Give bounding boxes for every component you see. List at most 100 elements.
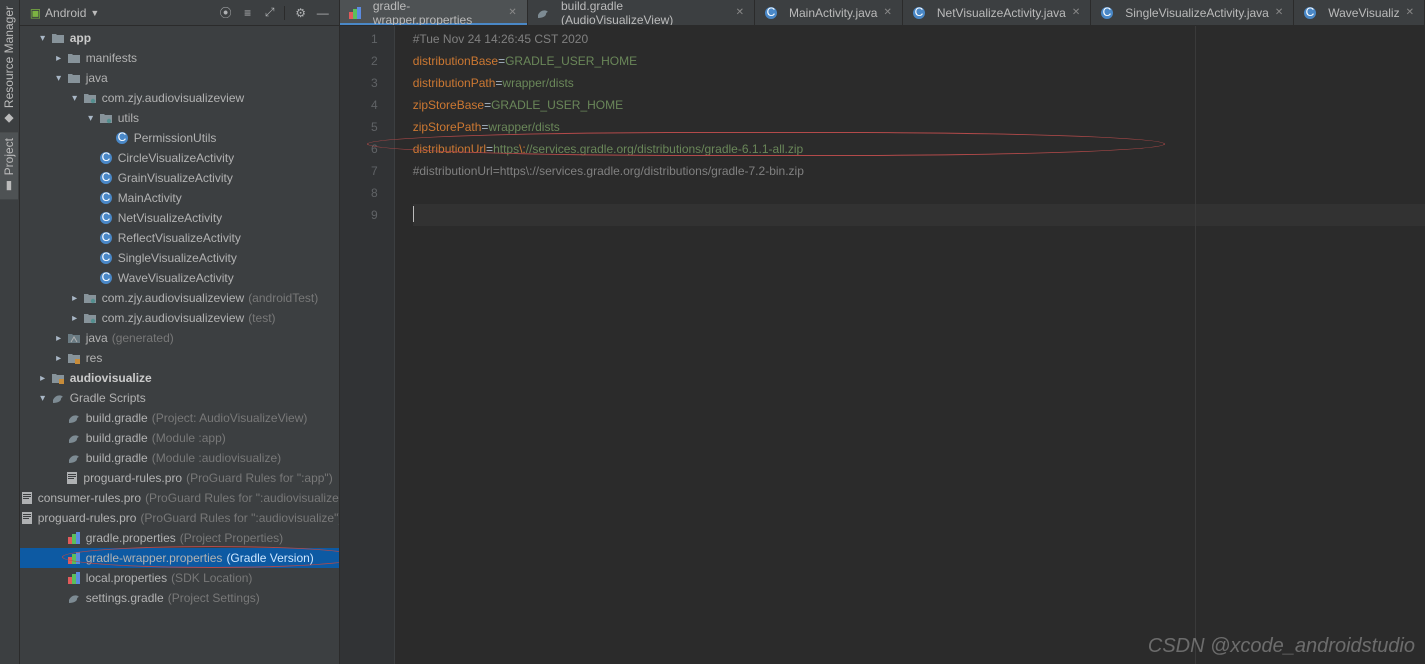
- tree-row[interactable]: build.gradle(Module :app): [20, 428, 339, 448]
- minimize-button[interactable]: —: [313, 3, 333, 23]
- tree-row[interactable]: ▾ java: [20, 68, 339, 88]
- tree-row[interactable]: CGrainVisualizeActivity: [20, 168, 339, 188]
- right-margin-guide: [1195, 26, 1196, 664]
- tree-label: manifests: [86, 51, 137, 65]
- code-line[interactable]: zipStorePath=wrapper/dists: [413, 116, 1425, 138]
- tree-row[interactable]: C NetVisualizeActivity: [20, 208, 339, 228]
- tree-label: app: [70, 31, 91, 45]
- tree-row[interactable]: proguard-rules.pro(ProGuard Rules for ":…: [20, 508, 339, 528]
- tree-arrow-icon[interactable]: ▸: [68, 293, 82, 304]
- tree-row[interactable]: ▾ app: [20, 28, 339, 48]
- folder-icon: [50, 30, 66, 46]
- close-icon[interactable]: ✕: [736, 7, 744, 18]
- tree-row[interactable]: ▸ manifests: [20, 48, 339, 68]
- close-icon[interactable]: ✕: [1406, 7, 1414, 18]
- tree-arrow-icon[interactable]: ▸: [36, 373, 50, 384]
- close-icon[interactable]: ✕: [508, 7, 516, 18]
- editor-tab[interactable]: CNetVisualizeActivity.java✕: [903, 0, 1091, 25]
- tree-row[interactable]: proguard-rules.pro(ProGuard Rules for ":…: [20, 468, 339, 488]
- code-line[interactable]: distributionBase=GRADLE_USER_HOME: [413, 50, 1425, 72]
- tree-arrow-icon[interactable]: ▾: [36, 33, 50, 44]
- tree-label: gradle-wrapper.properties: [86, 551, 223, 565]
- tree-row[interactable]: CPermissionUtils: [20, 128, 339, 148]
- code-line[interactable]: distributionUrl=https\://services.gradle…: [413, 138, 1425, 160]
- tool-project[interactable]: ▮ Project: [0, 132, 18, 199]
- code-line[interactable]: zipStoreBase=GRADLE_USER_HOME: [413, 94, 1425, 116]
- tab-label: build.gradle (AudioVisualizeView): [561, 0, 730, 26]
- tree-label: ReflectVisualizeActivity: [118, 231, 241, 245]
- tree-row[interactable]: CReflectVisualizeActivity: [20, 228, 339, 248]
- class-icon: C: [98, 210, 114, 226]
- tree-label: java: [86, 71, 108, 85]
- tree-row[interactable]: local.properties(SDK Location): [20, 568, 339, 588]
- tree-row[interactable]: ▸java(generated): [20, 328, 339, 348]
- tree-arrow-icon[interactable]: ▾: [52, 73, 66, 84]
- tree-row[interactable]: ▾utils: [20, 108, 339, 128]
- tree-row[interactable]: CSingleVisualizeActivity: [20, 248, 339, 268]
- tree-hint: (Project Settings): [168, 591, 260, 605]
- prop-icon: [66, 530, 82, 546]
- line-number: 8: [340, 182, 394, 204]
- svg-text:C: C: [117, 131, 126, 144]
- tree-row[interactable]: CWaveVisualizeActivity: [20, 268, 339, 288]
- tree-label: NetVisualizeActivity: [118, 211, 222, 225]
- line-number: 6: [340, 138, 394, 160]
- tree-row[interactable]: CMainActivity: [20, 188, 339, 208]
- tree-row[interactable]: ▸com.zjy.audiovisualizeview(androidTest): [20, 288, 339, 308]
- tool-resource-manager[interactable]: ◆ Resource Manager: [0, 0, 18, 132]
- tree-arrow-icon[interactable]: ▸: [68, 313, 82, 324]
- tree-row[interactable]: ▸audiovisualize: [20, 368, 339, 388]
- editor-tab[interactable]: CMainActivity.java✕: [755, 0, 903, 25]
- tree-hint: (generated): [112, 331, 174, 345]
- tree-hint: (Module :audiovisualize): [152, 451, 281, 465]
- tree-arrow-icon[interactable]: ▸: [52, 333, 66, 344]
- code-line[interactable]: [413, 204, 1425, 226]
- class-icon: C: [763, 5, 779, 21]
- tree-row[interactable]: build.gradle(Module :audiovisualize): [20, 448, 339, 468]
- tree-row[interactable]: CCircleVisualizeActivity: [20, 148, 339, 168]
- close-icon[interactable]: ✕: [883, 7, 891, 18]
- line-number: 1: [340, 28, 394, 50]
- project-view-selector[interactable]: ▣ Android ▼: [26, 6, 104, 20]
- tree-arrow-icon[interactable]: ▾: [36, 393, 50, 404]
- tree-arrow-icon[interactable]: ▸: [52, 53, 66, 64]
- settings-button[interactable]: ⚙: [291, 3, 311, 23]
- tree-row[interactable]: ▸res: [20, 348, 339, 368]
- code-line[interactable]: #distributionUrl=https\://services.gradl…: [413, 160, 1425, 182]
- tree-row[interactable]: ▸com.zjy.audiovisualizeview(test): [20, 308, 339, 328]
- code-editor[interactable]: 123456789 #Tue Nov 24 14:26:45 CST 2020d…: [340, 26, 1425, 664]
- editor-tab[interactable]: build.gradle (AudioVisualizeView) ✕: [528, 0, 755, 25]
- tree-label: com.zjy.audiovisualizeview: [102, 91, 245, 105]
- tree-row[interactable]: gradle-wrapper.properties(Gradle Version…: [20, 548, 339, 568]
- expand-button[interactable]: ⤢: [260, 3, 280, 23]
- tree-row[interactable]: consumer-rules.pro(ProGuard Rules for ":…: [20, 488, 339, 508]
- close-icon[interactable]: ✕: [1072, 7, 1080, 18]
- tree-row[interactable]: build.gradle(Project: AudioVisualizeView…: [20, 408, 339, 428]
- editor-tab[interactable]: CSingleVisualizeActivity.java✕: [1091, 0, 1294, 25]
- tree-label: consumer-rules.pro: [38, 491, 141, 505]
- tree-row[interactable]: gradle.properties(Project Properties): [20, 528, 339, 548]
- code-line[interactable]: [413, 182, 1425, 204]
- target-button[interactable]: ⦿: [216, 3, 236, 23]
- gradle-icon: [66, 450, 82, 466]
- editor-tab[interactable]: CWaveVisualiz✕: [1294, 0, 1425, 25]
- editor-tab[interactable]: gradle-wrapper.properties✕: [340, 0, 528, 25]
- tree-arrow-icon[interactable]: ▾: [68, 93, 82, 104]
- project-tree[interactable]: ▾ app ▸ manifests ▾ java ▾ com.zjy.audiovisuali…: [20, 26, 339, 664]
- tree-arrow-icon[interactable]: ▾: [84, 113, 98, 124]
- tree-label: proguard-rules.pro: [38, 511, 137, 525]
- editor: gradle-wrapper.properties✕build.gradle (…: [340, 0, 1425, 664]
- close-icon[interactable]: ✕: [1275, 7, 1283, 18]
- line-number: 2: [340, 50, 394, 72]
- tree-row[interactable]: settings.gradle(Project Settings): [20, 588, 339, 608]
- code-line[interactable]: #Tue Nov 24 14:26:45 CST 2020: [413, 28, 1425, 50]
- class-icon: C: [98, 150, 114, 166]
- code-line[interactable]: distributionPath=wrapper/dists: [413, 72, 1425, 94]
- filter-button[interactable]: ≡: [238, 3, 258, 23]
- editor-lines[interactable]: #Tue Nov 24 14:26:45 CST 2020distributio…: [395, 26, 1425, 664]
- tree-label: build.gradle: [86, 431, 148, 445]
- folder-icon: [66, 70, 82, 86]
- tree-row[interactable]: ▾Gradle Scripts: [20, 388, 339, 408]
- tree-arrow-icon[interactable]: ▸: [52, 353, 66, 364]
- tree-row[interactable]: ▾ com.zjy.audiovisualizeview: [20, 88, 339, 108]
